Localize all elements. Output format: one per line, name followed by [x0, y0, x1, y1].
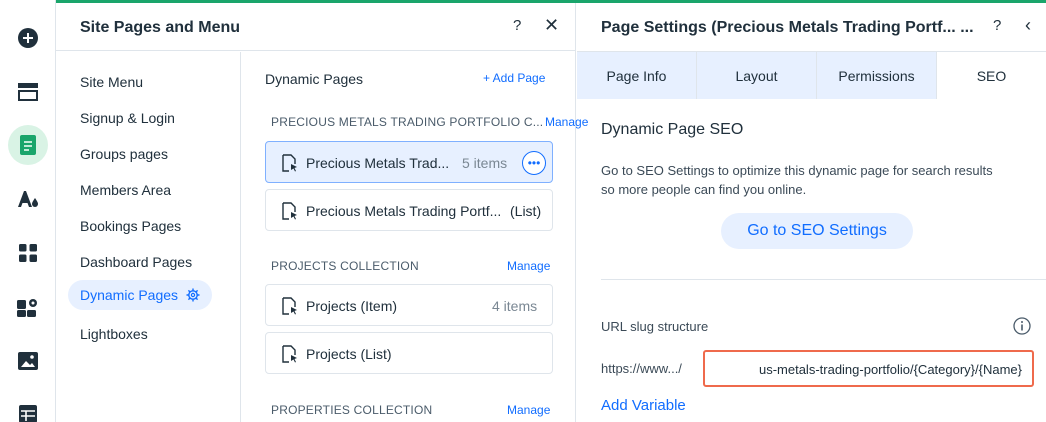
dynamic-page-icon: [282, 154, 297, 172]
site-pages-panel: Site Pages and Menu ? ✕ Site Menu Signup…: [56, 3, 588, 422]
menu-item-signup-login[interactable]: Signup & Login: [68, 103, 187, 133]
manage-link[interactable]: Manage: [507, 403, 550, 417]
url-slug-input[interactable]: us-metals-trading-portfolio/{Category}/{…: [703, 350, 1034, 387]
apps-icon: [19, 244, 37, 262]
section-divider: [601, 279, 1046, 280]
menu-item-groups-pages[interactable]: Groups pages: [68, 139, 180, 169]
sections-button[interactable]: [8, 72, 48, 112]
page-settings-title: Page Settings (Precious Metals Trading P…: [601, 19, 974, 36]
site-pages-menu: Site Menu Signup & Login Groups pages Me…: [56, 52, 241, 422]
page-name: Projects (Item): [306, 298, 398, 314]
more-actions-button[interactable]: •••: [522, 151, 546, 175]
url-prefix: https://www.../: [601, 361, 682, 376]
media-icon: [18, 352, 38, 370]
menu-item-members-area[interactable]: Members Area: [68, 175, 183, 205]
sections-icon: [18, 83, 38, 101]
menu-item-dashboard-pages[interactable]: Dashboard Pages: [68, 247, 204, 277]
add-page-link[interactable]: + Add Page: [483, 71, 545, 85]
menu-item-lightboxes[interactable]: Lightboxes: [68, 319, 160, 349]
info-icon[interactable]: [1013, 317, 1031, 335]
seo-description: Go to SEO Settings to optimize this dyna…: [601, 163, 993, 197]
page-type: (List): [510, 203, 542, 219]
tab-seo[interactable]: SEO: [937, 52, 1046, 99]
business-icon: [17, 299, 37, 317]
dynamic-page-icon: [282, 297, 297, 315]
cms-icon: [19, 405, 37, 422]
dynamic-pages-heading: Dynamic Pages: [265, 71, 364, 87]
help-icon[interactable]: ?: [993, 17, 1001, 34]
collection-heading: PROJECTS COLLECTION: [271, 259, 419, 273]
collection-heading: PRECIOUS METALS TRADING PORTFOLIO C...: [271, 115, 544, 129]
help-icon[interactable]: ?: [513, 17, 521, 34]
pages-menu-button[interactable]: [8, 125, 48, 165]
dynamic-page-icon: [282, 345, 297, 363]
page-item-precious-metals-item[interactable]: Precious Metals Trad... 5 items •••: [265, 141, 553, 183]
page-item-count: 5 items: [462, 155, 508, 171]
design-icon: [18, 191, 38, 207]
site-pages-title: Site Pages and Menu: [80, 19, 241, 36]
page-item-projects-list[interactable]: Projects (List): [265, 332, 553, 374]
add-elements-button[interactable]: [8, 18, 48, 58]
site-design-button[interactable]: [8, 179, 48, 219]
media-button[interactable]: [8, 341, 48, 381]
dynamic-page-icon: [282, 202, 297, 220]
page-name: Projects (List): [306, 346, 392, 362]
dynamic-pages-list: Dynamic Pages + Add Page PRECIOUS METALS…: [241, 52, 588, 422]
close-icon[interactable]: ✕: [544, 15, 559, 36]
collection-heading: PROPERTIES COLLECTION: [271, 403, 433, 417]
add-icon: [18, 28, 38, 48]
page-settings-panel: Page Settings (Precious Metals Trading P…: [577, 3, 1046, 422]
editor-left-rail: [0, 0, 56, 422]
manage-link[interactable]: Manage: [507, 259, 550, 273]
pages-icon: [20, 135, 36, 155]
settings-tabs: Page Info Layout Permissions SEO: [577, 51, 1046, 99]
page-name: Precious Metals Trad...: [306, 155, 450, 171]
tab-page-info[interactable]: Page Info: [577, 52, 697, 99]
add-variable-link[interactable]: Add Variable: [601, 397, 686, 414]
collapse-icon[interactable]: ‹: [1025, 15, 1031, 36]
cms-button[interactable]: [8, 394, 48, 422]
site-pages-header: Site Pages and Menu ? ✕: [56, 3, 576, 51]
apps-button[interactable]: [8, 233, 48, 273]
gear-icon[interactable]: [186, 288, 200, 302]
tab-permissions[interactable]: Permissions: [817, 52, 937, 99]
menu-item-site-menu[interactable]: Site Menu: [68, 67, 155, 97]
business-tools-button[interactable]: [8, 287, 48, 327]
more-icon: •••: [527, 156, 541, 170]
menu-item-bookings-pages[interactable]: Bookings Pages: [68, 211, 193, 241]
page-item-precious-metals-list[interactable]: Precious Metals Trading Portf... (List): [265, 189, 553, 231]
url-slug-value: us-metals-trading-portfolio/{Category}/{…: [758, 362, 1022, 377]
go-to-seo-settings-button[interactable]: Go to SEO Settings: [721, 213, 913, 249]
seo-heading: Dynamic Page SEO: [601, 121, 744, 138]
page-item-count: 4 items: [492, 298, 538, 314]
menu-item-label: Dynamic Pages: [80, 287, 179, 303]
tab-layout[interactable]: Layout: [697, 52, 817, 99]
menu-item-dynamic-pages[interactable]: Dynamic Pages: [68, 280, 213, 310]
page-settings-header: Page Settings (Precious Metals Trading P…: [577, 3, 1046, 51]
url-slug-label: URL slug structure: [601, 319, 709, 334]
page-item-projects-item[interactable]: Projects (Item) 4 items: [265, 284, 553, 326]
page-name: Precious Metals Trading Portf...: [306, 203, 502, 219]
